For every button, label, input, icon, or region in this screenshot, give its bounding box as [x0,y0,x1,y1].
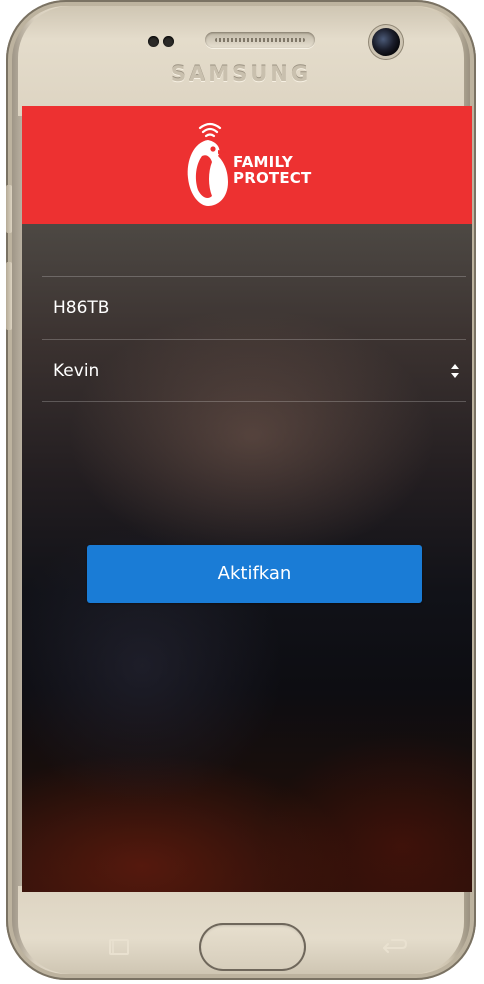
child-select[interactable]: Kevin [42,339,466,402]
earpiece-speaker [205,32,315,48]
front-camera-icon [372,28,400,56]
app-screen: FAMILY PROTECT H86TB Kevin Aktifkan [22,106,472,892]
sort-arrows-icon [451,364,459,378]
code-input-value: H86TB [53,298,110,318]
back-icon[interactable] [378,936,410,958]
light-sensor-icon [163,36,174,47]
phone-top-bezel [18,6,464,116]
recent-apps-icon[interactable] [104,936,134,958]
logo-line-2: PROTECT [233,169,312,187]
logo-text: FAMILY PROTECT [233,154,311,186]
volume-up-button [6,185,12,233]
app-logo: FAMILY PROTECT [178,116,338,216]
child-select-value: Kevin [53,361,100,381]
code-input[interactable]: H86TB [42,276,466,339]
activation-form: H86TB Kevin [42,276,466,402]
device-brand: SAMSUNG [170,62,312,86]
logo-line-1: FAMILY [233,153,293,171]
proximity-sensor-icon [148,36,159,47]
home-button[interactable] [199,923,306,971]
penguin-wifi-logo-icon [187,122,228,206]
app-header: FAMILY PROTECT [22,106,472,224]
volume-down-button [6,262,12,330]
activate-button[interactable]: Aktifkan [87,545,422,603]
